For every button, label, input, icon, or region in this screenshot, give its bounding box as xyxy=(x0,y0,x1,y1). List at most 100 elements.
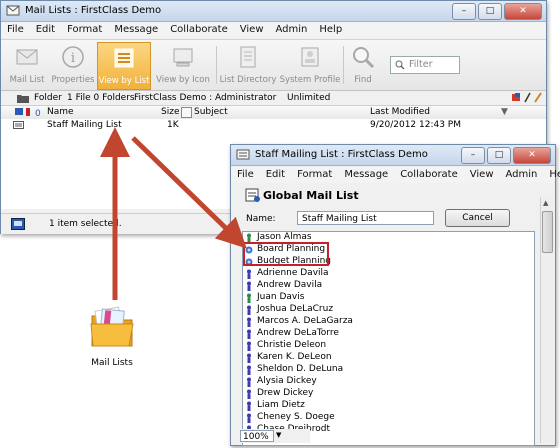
menu-collaborate[interactable]: Collaborate xyxy=(394,167,464,183)
member-name: Marcos A. DeLaGarza xyxy=(257,316,353,326)
dialog-titlebar[interactable]: Staff Mailing List : FirstClass Demo – □… xyxy=(231,145,555,166)
menu-view[interactable]: View xyxy=(464,167,500,183)
maximize-button[interactable]: □ xyxy=(487,147,511,164)
close-button[interactable]: ✕ xyxy=(513,147,551,164)
maximize-button[interactable]: □ xyxy=(478,3,502,20)
path-counts: 1 File 0 Folders xyxy=(67,93,135,103)
edit-tools-icon[interactable] xyxy=(511,92,543,103)
tool-find-label: Find xyxy=(354,75,372,85)
person-icon xyxy=(247,329,251,339)
mail-list-icon xyxy=(13,121,24,129)
menu-file[interactable]: File xyxy=(231,167,260,183)
zoom-dropdown-icon[interactable]: ▼ xyxy=(276,431,281,439)
dialog-menubar: File Edit Format Message Collaborate Vie… xyxy=(231,167,560,183)
menu-admin[interactable]: Admin xyxy=(500,167,544,183)
tool-view-by-icon[interactable]: View by Icon xyxy=(152,42,214,88)
info-icon: i xyxy=(62,46,84,68)
dialog-scrollbar[interactable]: ▲ xyxy=(540,197,554,443)
member-name: Jason Almas xyxy=(257,232,312,242)
tool-mail-list[interactable]: Mail List xyxy=(5,42,49,88)
menu-format[interactable]: Format xyxy=(291,167,338,183)
member-name: Karen K. DeLeon xyxy=(257,352,332,362)
name-label: Name: xyxy=(246,214,276,224)
status-text: 1 item selected. xyxy=(49,219,122,229)
minimize-button[interactable]: – xyxy=(461,147,485,164)
name-field[interactable]: Staff Mailing List xyxy=(297,211,434,225)
column-last-modified[interactable]: Last Modified xyxy=(370,107,430,117)
tool-find[interactable]: Find xyxy=(346,42,380,88)
person-icon xyxy=(247,281,251,291)
global-mail-list-icon xyxy=(245,188,260,202)
zoom-bar: 100% ▼ xyxy=(238,429,310,443)
tool-view-by-list[interactable]: View by List xyxy=(97,42,151,90)
person-icon xyxy=(247,269,251,279)
menu-collaborate[interactable]: Collaborate xyxy=(164,22,234,38)
flag-columns-icon[interactable]: 0 xyxy=(15,107,43,117)
tool-system-profile[interactable]: System Profile xyxy=(279,42,341,88)
person-icon xyxy=(247,389,251,399)
scrollbar-thumb[interactable] xyxy=(542,211,553,253)
mail-list-app-icon xyxy=(236,149,250,160)
row-modified: 9/20/2012 12:43 PM xyxy=(370,120,461,130)
zoom-select[interactable]: 100% xyxy=(240,430,274,442)
zoom-value: 100% xyxy=(243,432,269,442)
tool-view-by-list-label: View by List xyxy=(98,76,150,86)
person-icon xyxy=(247,365,251,375)
menu-message[interactable]: Message xyxy=(338,167,394,183)
member-name: Adrienne Davila xyxy=(257,268,329,278)
menu-help[interactable]: Help xyxy=(313,22,348,38)
tool-list-directory-label: List Directory xyxy=(219,75,277,85)
cancel-button[interactable]: Cancel xyxy=(445,209,510,227)
minimize-button[interactable]: – xyxy=(452,3,476,20)
toolbar-separator xyxy=(216,46,217,84)
tool-properties-label: Properties xyxy=(51,75,95,85)
desktop-mail-lists-icon[interactable]: Mail Lists xyxy=(79,300,145,374)
member-name: Sheldon D. DeLuna xyxy=(257,364,344,374)
system-profile-icon xyxy=(301,47,319,67)
folder-icon xyxy=(17,95,29,103)
network-status-icon[interactable] xyxy=(11,218,25,230)
search-icon xyxy=(395,60,405,70)
sort-down-icon[interactable]: ▼ xyxy=(501,107,508,117)
scroll-up-icon[interactable]: ▲ xyxy=(543,199,548,207)
icon-view-icon xyxy=(173,48,193,67)
main-window-title: Mail Lists : FirstClass Demo xyxy=(25,5,162,16)
member-name: Liam Dietz xyxy=(257,400,305,410)
close-button[interactable]: ✕ xyxy=(504,3,542,20)
member-name: Christie Deleon xyxy=(257,340,327,350)
size-column-toggle[interactable] xyxy=(181,107,192,118)
member-name: Andrew DeLaTorre xyxy=(257,328,339,338)
list-view-icon xyxy=(114,48,134,68)
column-size[interactable]: Size xyxy=(161,107,179,117)
menu-message[interactable]: Message xyxy=(108,22,164,38)
row-size: 1K xyxy=(167,120,179,130)
tool-mail-list-label: Mail List xyxy=(9,75,45,85)
menu-edit[interactable]: Edit xyxy=(260,167,291,183)
menu-edit[interactable]: Edit xyxy=(30,22,61,38)
menu-view[interactable]: View xyxy=(234,22,270,38)
magnifier-icon xyxy=(353,47,375,69)
column-subject[interactable]: Subject xyxy=(194,107,228,117)
person-icon xyxy=(247,341,251,351)
list-row[interactable]: Staff Mailing List 1K 9/20/2012 12:43 PM xyxy=(1,119,546,131)
person-icon xyxy=(247,305,251,315)
tool-list-directory[interactable]: List Directory xyxy=(219,42,277,88)
folder-icon xyxy=(90,306,134,347)
menu-file[interactable]: File xyxy=(1,22,30,38)
menu-admin[interactable]: Admin xyxy=(270,22,314,38)
column-name[interactable]: Name xyxy=(47,107,74,117)
main-titlebar[interactable]: Mail Lists : FirstClass Demo – □ ✕ xyxy=(1,1,546,22)
svg-text:i: i xyxy=(71,51,75,66)
tool-system-profile-label: System Profile xyxy=(279,75,341,85)
member-name: Joshua DeLaCruz xyxy=(257,304,334,314)
filter-input[interactable]: Filter xyxy=(390,56,460,74)
tool-properties[interactable]: i Properties xyxy=(51,42,95,88)
member-name: Cheney S. Doege xyxy=(257,412,335,422)
main-menubar: File Edit Format Message Collaborate Vie… xyxy=(1,22,546,38)
menu-format[interactable]: Format xyxy=(61,22,108,38)
member-name: Andrew Davila xyxy=(257,280,323,290)
menu-help[interactable]: Help xyxy=(543,167,560,183)
member-name: Alysia Dickey xyxy=(257,376,317,386)
path-limit: Unlimited xyxy=(287,93,331,103)
person-icon xyxy=(247,317,251,327)
